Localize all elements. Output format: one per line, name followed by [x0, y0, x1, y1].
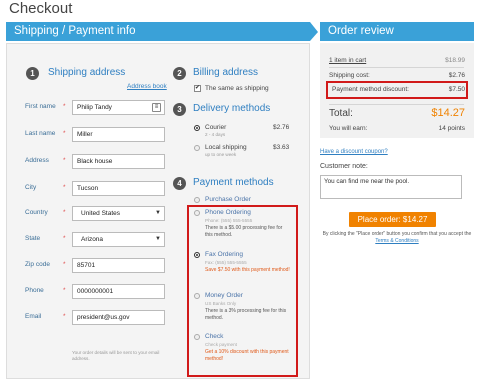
header-arrow [310, 22, 318, 41]
shipping-cost-label: Shipping cost: [329, 72, 370, 79]
delivery-option-sub: 2 - 4 days [205, 132, 226, 137]
total-value: $14.27 [431, 107, 465, 119]
required-mark: * [63, 157, 66, 164]
field-label: Zip code [25, 261, 50, 268]
page-title: Checkout [9, 0, 73, 17]
required-mark: * [63, 287, 66, 294]
field-value: United States [81, 210, 121, 217]
shipping-address-title: Shipping address [48, 67, 126, 78]
email-note: Your order details will be sent to your … [72, 350, 160, 361]
required-mark: * [63, 235, 66, 242]
shipping-payment-header: Shipping / Payment info [6, 22, 310, 41]
required-mark: * [63, 209, 66, 216]
review-separator [329, 67, 464, 68]
customer-note-textarea[interactable]: You can find me near the pool. [320, 175, 462, 199]
delivery-option-price: $3.63 [273, 144, 290, 151]
field-label: Last name [25, 130, 56, 137]
field-value: Arizona [81, 236, 104, 243]
step-number-4: 4 [173, 177, 186, 190]
required-mark: * [63, 130, 66, 137]
billing-address-title: Billing address [193, 67, 259, 78]
payment-option-name: Purchase Order [205, 196, 251, 203]
step-number-1: 1 [26, 67, 39, 80]
discount-highlight-box [326, 81, 468, 99]
earn-label: You will earn: [329, 125, 368, 132]
address-book-link[interactable]: Address book [127, 83, 167, 90]
required-mark: * [63, 313, 66, 320]
same-as-shipping-label: The same as shipping [205, 85, 269, 92]
payment-highlight-box [187, 205, 298, 377]
text-input[interactable]: Black house [72, 154, 165, 169]
text-input[interactable]: Philip Tandy ≡ [72, 100, 165, 115]
text-input[interactable]: Tucson [72, 181, 165, 196]
field-label: Country [25, 209, 48, 216]
chevron-down-icon: ▼ [155, 210, 161, 216]
text-input[interactable]: president@us.gov [72, 310, 165, 325]
required-mark: * [63, 184, 66, 191]
discount-coupon-link[interactable]: Have a discount coupon? [320, 149, 388, 155]
chevron-down-icon: ▼ [155, 236, 161, 242]
total-label: Total: [329, 108, 353, 119]
field-label: City [25, 184, 37, 191]
shipping-cost-value: $2.76 [448, 72, 465, 79]
text-input[interactable]: Miller [72, 127, 165, 142]
field-value: Black house [77, 158, 113, 165]
field-value: Miller [77, 131, 93, 138]
field-value: 85701 [77, 262, 96, 269]
field-value: Tucson [77, 185, 99, 192]
confirm-prefix: By clicking the "Place order" button you… [322, 231, 472, 237]
select-field[interactable]: United States ▼ [72, 206, 165, 221]
place-order-button[interactable]: Place order: $14.27 [349, 212, 436, 227]
delivery-option-price: $2.76 [273, 124, 290, 131]
text-input[interactable]: 85701 [72, 258, 165, 273]
items-value: $18.99 [445, 57, 465, 64]
field-label: Address [25, 157, 49, 164]
payment-radio[interactable] [194, 197, 200, 203]
step-number-2: 2 [173, 67, 186, 80]
items-in-cart-link[interactable]: 1 item in cart [329, 57, 366, 64]
confirm-text: By clicking the "Place order" button you… [320, 231, 474, 245]
payment-methods-title: Payment methods [193, 177, 274, 188]
delivery-option-name: Courier [205, 124, 227, 131]
contact-card-icon[interactable]: ≡ [152, 103, 161, 112]
delivery-option-sub: up to one week [205, 152, 237, 157]
field-label: Email [25, 313, 42, 320]
step-number-3: 3 [173, 103, 186, 116]
required-mark: * [63, 103, 66, 110]
select-field[interactable]: Arizona ▼ [72, 232, 165, 247]
review-separator [329, 104, 464, 105]
field-value: Philip Tandy [77, 104, 112, 111]
earn-value: 14 points [438, 125, 465, 132]
required-mark: * [63, 261, 66, 268]
delivery-radio[interactable] [194, 125, 200, 131]
terms-link[interactable]: Terms & Conditions [375, 238, 418, 244]
same-as-shipping-checkbox[interactable]: ✔ [194, 85, 201, 92]
order-review-header: Order review [320, 22, 474, 41]
field-value: president@us.gov [77, 314, 130, 321]
field-label: First name [25, 103, 56, 110]
delivery-methods-title: Delivery methods [193, 103, 271, 114]
field-value: 0000000001 [77, 288, 114, 295]
delivery-option-name: Local shipping [205, 144, 247, 151]
delivery-radio[interactable] [194, 145, 200, 151]
customer-note-label: Customer note: [320, 163, 368, 170]
field-label: Phone [25, 287, 44, 294]
text-input[interactable]: 0000000001 [72, 284, 165, 299]
field-label: State [25, 235, 41, 242]
